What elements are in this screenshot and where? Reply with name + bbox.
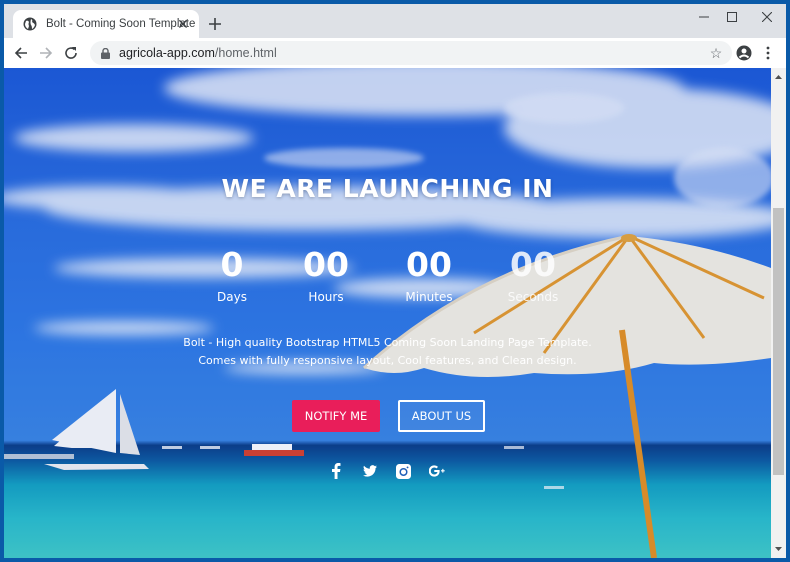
description: Bolt - High quality Bootstrap HTML5 Comi…: [4, 334, 771, 370]
google-plus-link[interactable]: [428, 462, 446, 480]
facebook-icon: [332, 463, 341, 479]
scroll-down-arrow-icon[interactable]: [771, 542, 786, 556]
hours-value: 00: [303, 245, 349, 284]
launch-headline: WE ARE LAUNCHING IN: [221, 174, 554, 203]
notify-me-button[interactable]: NOTIFY ME: [292, 400, 380, 432]
countdown-minutes: 00 Minutes: [379, 245, 479, 305]
account-icon: [736, 45, 752, 61]
url-domain: agricola-app.com: [119, 46, 215, 60]
url-text: agricola-app.com/home.html: [119, 46, 277, 60]
browser-window: Bolt - Coming Soon Template ✕ agricola-a…: [4, 4, 786, 558]
tab-strip: Bolt - Coming Soon Template ✕: [4, 4, 786, 38]
dark-overlay: [4, 68, 771, 558]
minutes-value: 00: [406, 245, 452, 284]
arrow-left-icon: [14, 47, 27, 59]
url-path: /home.html: [214, 46, 277, 60]
countdown-hours: 00 Hours: [276, 245, 376, 305]
seconds-label: Seconds: [507, 290, 559, 304]
instagram-link[interactable]: [394, 462, 412, 480]
reload-button[interactable]: [60, 42, 82, 64]
seconds-value: 00: [510, 245, 556, 284]
kebab-menu-icon: [766, 46, 770, 60]
plus-icon: [209, 18, 221, 30]
minimize-icon: [699, 16, 709, 18]
profile-button[interactable]: [734, 43, 754, 63]
hours-label: Hours: [308, 290, 344, 304]
tab-title: Bolt - Coming Soon Template: [46, 18, 196, 30]
twitter-link[interactable]: [361, 462, 379, 480]
countdown-seconds: 00 Seconds: [483, 245, 583, 305]
vertical-scrollbar[interactable]: [771, 68, 786, 558]
about-us-button[interactable]: ABOUT US: [398, 400, 485, 432]
tab-close-icon[interactable]: ✕: [175, 16, 191, 32]
maximize-icon: [727, 12, 737, 22]
address-bar[interactable]: agricola-app.com/home.html ☆: [90, 41, 732, 65]
browser-tab[interactable]: Bolt - Coming Soon Template ✕: [13, 10, 199, 38]
close-window-button[interactable]: [749, 4, 785, 30]
reload-icon: [65, 47, 77, 59]
days-label: Days: [217, 290, 247, 304]
new-tab-button[interactable]: [204, 13, 226, 35]
scroll-up-arrow-icon[interactable]: [771, 70, 786, 84]
twitter-icon: [363, 465, 377, 477]
browser-toolbar: agricola-app.com/home.html ☆: [4, 38, 786, 68]
bookmark-star-icon[interactable]: ☆: [708, 45, 724, 61]
back-button[interactable]: [10, 42, 32, 64]
days-value: 0: [220, 245, 244, 284]
facebook-link[interactable]: [327, 462, 345, 480]
countdown-days: 0 Days: [182, 245, 282, 305]
lock-icon: [100, 47, 110, 59]
google-plus-icon: [429, 465, 445, 477]
minutes-label: Minutes: [405, 290, 453, 304]
close-icon: [762, 12, 772, 22]
description-line-1: Bolt - High quality Bootstrap HTML5 Comi…: [183, 336, 592, 349]
instagram-icon: [395, 463, 411, 479]
page-viewport: WE ARE LAUNCHING IN 0 Days 00 Hours 00 M…: [4, 68, 771, 558]
arrow-right-icon: [40, 47, 53, 59]
scrollbar-thumb[interactable]: [773, 208, 784, 475]
forward-button[interactable]: [35, 42, 57, 64]
browser-menu-button[interactable]: [758, 43, 778, 63]
description-line-2: Comes with fully responsive layout, Cool…: [198, 354, 577, 367]
globe-icon: [23, 17, 37, 31]
maximize-button[interactable]: [714, 4, 750, 30]
